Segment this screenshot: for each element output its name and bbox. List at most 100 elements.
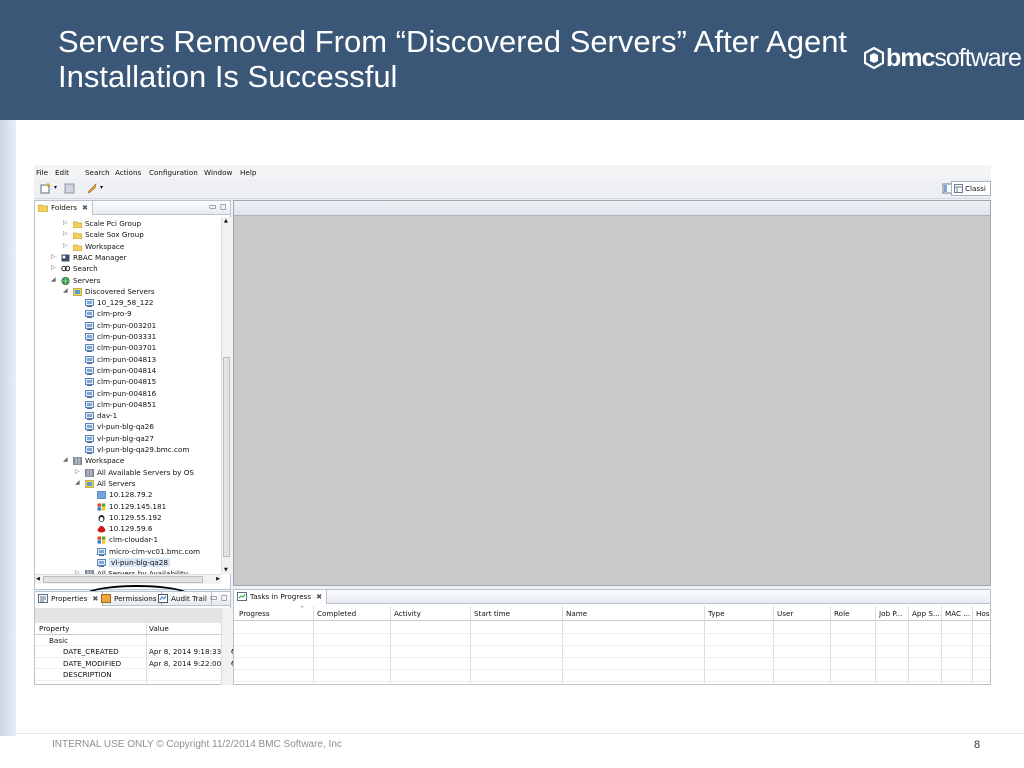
minimize-icon[interactable]: ▭ [210,593,218,602]
new-item-dropdown-icon[interactable]: ▾ [54,184,57,191]
menu-edit[interactable]: Edit [55,168,69,177]
new-item-icon[interactable] [40,183,52,194]
tree-item[interactable]: vl-pun-blg-qa27 [35,434,221,445]
menu-actions[interactable]: Actions [115,168,141,177]
maximize-icon[interactable]: ◻ [221,593,228,602]
scroll-down-icon[interactable]: ▼ [224,567,228,573]
tree-item[interactable]: clm-cloudar-1 [35,535,221,546]
tasks-column-header[interactable]: Name [566,609,587,618]
tree-item[interactable]: ▷ Workspace [35,242,221,253]
tasks-column-header[interactable]: Type [708,609,725,618]
tab-audit-trail[interactable]: Audit Trail [155,592,212,606]
tree-item[interactable]: dav-1 [35,411,221,422]
property-row[interactable]: DATE_MODIFIED Apr 8, 2014 9:22:00 PM [35,658,234,669]
expand-arrow-icon[interactable]: ▷ [63,242,68,249]
col-property-header[interactable]: Property [39,624,69,633]
tree-item[interactable]: ◢ Discovered Servers [35,287,221,298]
sort-arrow-icon[interactable]: ^ [300,606,304,612]
scroll-left-icon[interactable]: ◀ [36,576,40,582]
tasks-column-header[interactable]: App S... [912,609,940,618]
tree-item[interactable]: ◢ All Servers [35,479,221,490]
tree-item[interactable]: vl-pun-blg-qa26 [35,422,221,433]
tree-item[interactable]: clm-pro-9 [35,309,221,320]
collapse-arrow-icon[interactable]: ◢ [51,276,56,283]
perspective-switcher[interactable]: Classi [951,181,991,196]
tasks-row-line [234,633,990,634]
tree-item[interactable]: clm-pun-003331 [35,332,221,343]
tab-folders[interactable]: Folders ✖ [35,201,93,215]
tasks-column-header[interactable]: Progress [239,609,270,618]
tasks-column-header[interactable]: Job P... [879,609,902,618]
tree-item[interactable]: ▷ Scale Sox Group [35,230,221,241]
tasks-column-header[interactable]: MAC ... [945,609,970,618]
folders-hscroll-thumb[interactable] [43,576,203,583]
tree-item[interactable]: micro-clm-vc01.bmc.com [35,547,221,558]
menu-configuration[interactable]: Configuration [149,168,198,177]
tasks-column-header[interactable]: Hos [976,609,990,618]
save-icon[interactable] [64,183,76,194]
tree-item[interactable]: ▷ Scale Pci Group [35,219,221,230]
tasks-column-header[interactable]: Role [834,609,850,618]
tree-item[interactable]: ◢ Workspace [35,456,221,467]
windows-icon [97,536,106,544]
tasks-row-line [234,657,990,658]
expand-arrow-icon[interactable]: ▷ [51,264,56,271]
folders-horizontal-scrollbar[interactable]: ◀ ▶ [35,574,221,584]
tasks-column-header[interactable]: Start time [474,609,510,618]
menu-file[interactable]: File [36,168,48,177]
tree-item[interactable]: 10.128.79.2 [35,490,221,501]
property-row[interactable]: DATE_CREATED Apr 8, 2014 9:18:33 PM [35,646,234,658]
close-icon[interactable]: ✖ [316,592,322,601]
tree-item-label: dav-1 [97,411,118,421]
tree-item[interactable]: 10.129.55.192 [35,513,221,524]
tab-tasks-in-progress[interactable]: Tasks in Progress ✖ [234,590,328,604]
menu-search[interactable]: Search [85,168,110,177]
minimize-icon[interactable]: ▭ [209,202,217,211]
tree-item[interactable]: 10.129.59.6 [35,524,221,535]
tasks-column-header[interactable]: User [777,609,793,618]
tasks-column-header[interactable]: Completed [317,609,356,618]
expand-arrow-icon[interactable]: ▷ [63,230,68,237]
folders-scroll-thumb[interactable] [223,357,230,557]
col-value-header[interactable]: Value [149,624,169,633]
close-icon[interactable]: ✖ [82,203,88,212]
properties-panel: Properties ✖ Permissions Audit Trail ▭ ◻ … [34,591,234,685]
tab-permissions[interactable]: Permissions [98,592,162,606]
expand-arrow-icon[interactable]: ▷ [75,468,80,475]
tree-item[interactable]: clm-pun-004813 [35,355,221,366]
collapse-arrow-icon[interactable]: ◢ [75,479,80,486]
deploy-dropdown-icon[interactable]: ▾ [100,184,103,191]
tree-item[interactable]: clm-pun-004851 [35,400,221,411]
tree-item[interactable]: ◢ Servers [35,276,221,287]
tree-item[interactable]: clm-pun-004814 [35,366,221,377]
tree-item[interactable]: clm-pun-003701 [35,343,221,354]
expand-arrow-icon[interactable]: ▷ [51,253,56,260]
collapse-arrow-icon[interactable]: ◢ [63,456,68,463]
property-row[interactable]: DESCRIPTION [35,669,221,681]
tree-item[interactable]: clm-pun-003201 [35,321,221,332]
tree-item[interactable]: clm-pun-004816 [35,389,221,400]
scroll-up-icon[interactable]: ▲ [224,218,228,224]
tree-item[interactable]: vl-pun-blg-qa29.bmc.com [35,445,221,456]
tree-item-label: Scale Sox Group [85,230,144,240]
maximize-icon[interactable]: ◻ [220,202,227,211]
tree-item[interactable]: ▷ Search [35,264,221,275]
deploy-icon[interactable] [86,183,98,194]
menu-window[interactable]: Window [204,168,232,177]
tree-item[interactable]: ▷ RBAC Manager [35,253,221,264]
scroll-right-icon[interactable]: ▶ [216,576,220,582]
redhat-icon [97,526,106,533]
folders-vertical-scrollbar[interactable]: ▲ ▼ [221,217,231,574]
tasks-column-header[interactable]: Activity [394,609,421,618]
property-row[interactable]: Basic [35,635,221,646]
menu-help[interactable]: Help [240,168,256,177]
collapse-arrow-icon[interactable]: ◢ [63,287,68,294]
tree-item[interactable]: 10.129.145.181 [35,502,221,513]
tree-item[interactable]: vl-pun-blg-qa28 [35,558,221,569]
expand-arrow-icon[interactable]: ▷ [63,219,68,226]
tab-properties[interactable]: Properties ✖ [35,592,104,606]
tree-item[interactable]: 10_129_58_122 [35,298,221,309]
tree-item[interactable]: ▷ All Available Servers by OS [35,468,221,479]
properties-scrollbar[interactable] [221,608,231,685]
tree-item[interactable]: clm-pun-004815 [35,377,221,388]
